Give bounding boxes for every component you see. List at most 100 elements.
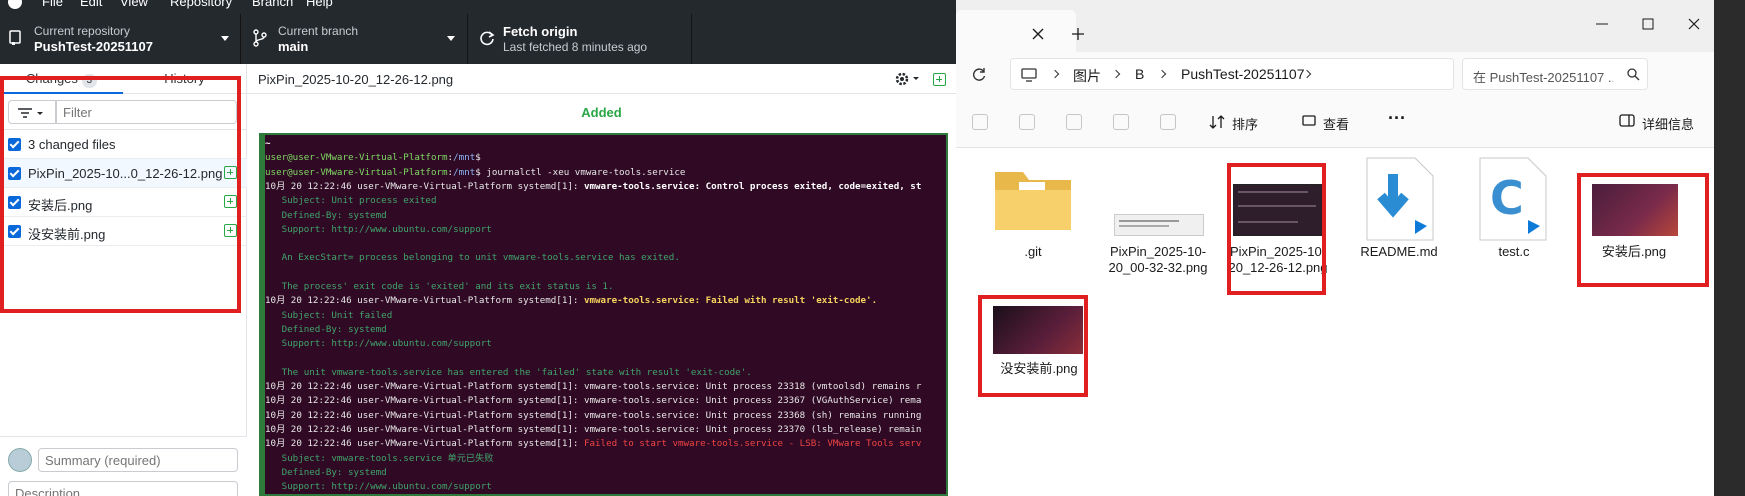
breadcrumb-item[interactable]: B	[1135, 66, 1144, 82]
sort-button[interactable]: 排序	[1232, 114, 1258, 133]
thumbnail-line	[1238, 191, 1308, 193]
terminal-line: Defined-By: systemd	[265, 209, 387, 222]
sort-icon	[1209, 115, 1225, 129]
file-item[interactable]: README.md	[1349, 156, 1449, 266]
file-item[interactable]: C test.c	[1470, 156, 1558, 266]
terminal-text: Support: http://www.ubuntu.com/support	[265, 481, 492, 493]
chevron-right-icon	[1050, 69, 1060, 79]
description-input[interactable]	[8, 481, 238, 496]
file-checkbox[interactable]	[8, 196, 21, 209]
terminal-text: Support: http://www.ubuntu.com/support	[265, 338, 492, 350]
terminal-line: Subject: Unit process exited	[265, 194, 437, 207]
file-item[interactable]: .git	[989, 166, 1077, 266]
more-options-button[interactable]: ···	[1388, 108, 1406, 129]
file-row[interactable]: PixPin_2025-10...0_12-26-12.png	[0, 159, 247, 188]
breadcrumb-item[interactable]: PushTest-20251107	[1181, 66, 1305, 82]
select-all-checkbox[interactable]	[8, 138, 21, 151]
chevron-down-icon	[447, 36, 455, 41]
file-item[interactable]: PixPin_2025-10-20_12-26-12.png	[1228, 166, 1328, 296]
menu-branch[interactable]: Branch	[252, 0, 293, 9]
explorer-tab[interactable]	[956, 10, 1076, 52]
file-row[interactable]: 没安装前.png	[0, 217, 247, 246]
gear-icon[interactable]	[894, 71, 920, 87]
terminal-text: Defined-By: systemd	[265, 466, 387, 478]
menu-repository[interactable]: Repository	[170, 0, 232, 9]
fetch-origin-button[interactable]: Fetch origin Last fetched 8 minutes ago	[468, 14, 692, 64]
menu-bar: File Edit View Repository Branch Help	[0, 0, 956, 14]
menu-file[interactable]: File	[42, 0, 63, 9]
branch-label: Current branch	[278, 24, 359, 38]
c-source-file-icon: C	[1479, 157, 1547, 241]
tab-changes[interactable]: Changes 3	[0, 64, 123, 94]
current-repository-button[interactable]: Current repository PushTest-20251107	[0, 14, 241, 64]
tab-bar	[956, 0, 1714, 52]
share-icon[interactable]	[1113, 114, 1129, 130]
current-branch-button[interactable]: Current branch main	[241, 14, 468, 64]
github-logo-icon	[8, 0, 22, 9]
menu-view[interactable]: View	[120, 0, 148, 9]
terminal-line: Defined-By: systemd	[265, 323, 387, 336]
terminal-line: user@user-VMware-Virtual-Platform:/mnt$	[265, 151, 481, 164]
menu-help[interactable]: Help	[306, 0, 333, 9]
file-row[interactable]: 安装后.png	[0, 188, 247, 217]
copy-icon[interactable]	[1019, 114, 1035, 130]
toolbar: Current repository PushTest-20251107 Cur…	[0, 14, 956, 64]
fetch-title: Fetch origin	[503, 24, 578, 39]
added-icon	[224, 166, 237, 179]
tab-changes-label: Changes	[25, 71, 78, 86]
filter-input[interactable]	[56, 100, 237, 124]
terminal-line: Subject: vmware-tools.service 单元已失败	[265, 452, 494, 465]
github-desktop-window: File Edit View Repository Branch Help Cu…	[0, 0, 956, 496]
terminal-line: 10月 20 12:22:46 user-VMware-Virtual-Plat…	[265, 409, 921, 422]
file-checkbox[interactable]	[8, 167, 21, 180]
terminal-text: 10月 20 12:22:46 user-VMware-Virtual-Plat…	[265, 438, 584, 450]
file-name: 安装后.png	[28, 198, 93, 213]
file-name: .git	[1024, 244, 1042, 259]
terminal-line: user@user-VMware-Virtual-Platform:/mnt$ …	[265, 166, 685, 179]
maximize-icon[interactable]	[1642, 18, 1654, 30]
desktop-background	[1714, 0, 1745, 496]
new-tab-icon[interactable]	[1072, 28, 1084, 40]
file-name: PixPin_2025-10-20_12-26-12.png	[1228, 244, 1328, 275]
search-box[interactable]: 在 PushTest-20251107 ...	[1462, 58, 1648, 90]
terminal-text: Support: http://www.ubuntu.com/support	[265, 223, 492, 235]
file-item[interactable]: 安装后.png	[1584, 166, 1684, 276]
refresh-icon[interactable]	[972, 67, 986, 81]
terminal-text: 10月 20 12:22:46 user-VMware-Virtual-Plat…	[265, 395, 922, 407]
address-bar[interactable]: 图片 B PushTest-20251107	[1010, 58, 1454, 90]
added-icon	[224, 224, 237, 237]
filter-options-button[interactable]	[8, 100, 56, 124]
terminal-text: Failed to start vmware-tools.service - L…	[583, 438, 922, 450]
terminal-text: user@user-VMware-Virtual-Platform	[265, 152, 448, 164]
changes-count-badge: 3	[81, 74, 98, 88]
cut-icon[interactable]	[972, 114, 988, 130]
close-icon[interactable]	[1032, 28, 1044, 40]
tab-history[interactable]: History	[123, 64, 246, 94]
commit-form	[0, 436, 247, 496]
view-button[interactable]: 查看	[1323, 114, 1349, 133]
terminal-line: Support: http://www.ubuntu.com/support	[265, 337, 492, 350]
delete-icon[interactable]	[1160, 114, 1176, 130]
terminal-text: user@user-VMware-Virtual-Platform	[265, 166, 448, 178]
summary-input[interactable]	[38, 448, 238, 472]
close-window-icon[interactable]	[1688, 18, 1700, 30]
image-thumbnail	[993, 306, 1083, 354]
file-item[interactable]: PixPin_2025-10-20_00-32-32.png	[1108, 166, 1208, 296]
terminal-line: 10月 20 12:22:46 user-VMware-Virtual-Plat…	[265, 180, 921, 193]
file-checkbox[interactable]	[8, 225, 21, 238]
terminal-line: Defined-By: systemd	[265, 466, 387, 479]
repo-name: PushTest-20251107	[34, 39, 153, 54]
file-item[interactable]: 没安装前.png	[989, 303, 1089, 376]
breadcrumb-item[interactable]: 图片	[1073, 66, 1101, 86]
minimize-icon[interactable]	[1596, 18, 1608, 30]
image-thumbnail	[1114, 214, 1204, 236]
repo-label: Current repository	[34, 24, 131, 38]
details-button[interactable]: 详细信息	[1642, 114, 1694, 133]
terminal-text: 10月 20 12:22:46 user-VMware-Virtual-Plat…	[265, 295, 584, 307]
rename-icon[interactable]	[1066, 114, 1082, 130]
select-all-row[interactable]: 3 changed files	[0, 130, 247, 159]
menu-edit[interactable]: Edit	[80, 0, 102, 9]
computer-icon	[1021, 68, 1037, 82]
terminal-text: Subject: vmware-tools.service 单元已失败	[265, 452, 494, 464]
terminal-text: /mnt	[453, 152, 476, 164]
